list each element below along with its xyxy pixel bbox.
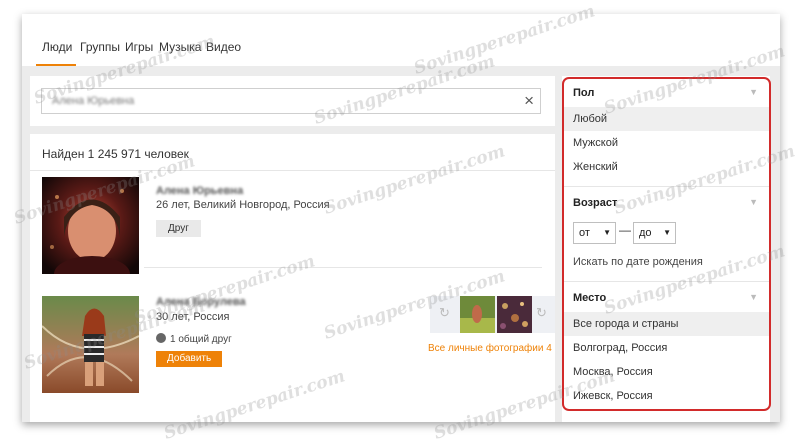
age-dash: — bbox=[619, 223, 631, 237]
tab-games[interactable]: Игры bbox=[125, 40, 153, 54]
tab-groups[interactable]: Группы bbox=[80, 40, 120, 54]
photo-strip: ↻ ↻ bbox=[430, 296, 555, 333]
friend-button[interactable]: Друг bbox=[156, 220, 201, 237]
chevron-down-icon[interactable]: ▼ bbox=[749, 87, 758, 97]
birth-date-search-link[interactable]: Искать по дате рождения bbox=[573, 256, 703, 268]
place-option-volgograd[interactable]: Волгоград, Россия bbox=[562, 336, 770, 360]
add-friend-button[interactable]: Добавить в друзья bbox=[156, 351, 223, 380]
divider bbox=[562, 186, 770, 187]
gender-option-male[interactable]: Мужской bbox=[562, 131, 770, 155]
search-input[interactable]: Алена Юрьевна × bbox=[41, 88, 541, 114]
age-to-select[interactable]: до ▼ bbox=[633, 222, 676, 244]
gender-option-any[interactable]: Любой bbox=[562, 107, 770, 131]
results-card: Найден 1 245 971 человек Алена Юрьевна 2… bbox=[30, 134, 555, 422]
age-from-value: от bbox=[579, 227, 590, 239]
gender-option-female[interactable]: Женский bbox=[562, 155, 770, 179]
age-from-select[interactable]: от ▼ bbox=[573, 222, 616, 244]
active-tab-indicator bbox=[36, 64, 76, 66]
close-icon[interactable]: × bbox=[524, 91, 534, 111]
photo-thumbnail[interactable] bbox=[497, 296, 532, 333]
results-column: Алена Юрьевна × Найден 1 245 971 человек bbox=[30, 76, 555, 422]
divider bbox=[562, 281, 770, 282]
tab-people[interactable]: Люди bbox=[42, 40, 72, 54]
friend-avatar-icon bbox=[156, 333, 166, 343]
dropdown-arrow-icon: ▼ bbox=[663, 228, 671, 237]
all-photos-link[interactable]: Все личные фотографии 4 bbox=[428, 343, 552, 354]
tab-video[interactable]: Видео bbox=[206, 40, 241, 54]
person-info: 26 лет, Великий Новгород, Россия bbox=[156, 199, 330, 211]
mutual-friends-label: 1 общий друг bbox=[170, 334, 232, 345]
person-name[interactable]: Алена Борулева bbox=[156, 296, 246, 308]
refresh-icon[interactable]: ↻ bbox=[439, 305, 450, 321]
chevron-down-icon[interactable]: ▼ bbox=[749, 197, 758, 207]
place-filter-title: Место bbox=[573, 292, 607, 304]
top-tabs: Люди Группы Игры Музыка Видео bbox=[22, 14, 780, 66]
avatar[interactable] bbox=[41, 296, 140, 393]
divider bbox=[30, 170, 555, 171]
divider bbox=[144, 267, 542, 268]
place-option-all[interactable]: Все города и страны bbox=[562, 312, 770, 336]
photo-thumbnail[interactable] bbox=[460, 296, 495, 333]
search-card: Алена Юрьевна × bbox=[30, 76, 555, 126]
dropdown-arrow-icon: ▼ bbox=[603, 228, 611, 237]
app-window: Люди Группы Игры Музыка Видео Алена Юрье… bbox=[22, 14, 780, 422]
age-to-value: до bbox=[639, 227, 652, 239]
refresh-icon[interactable]: ↻ bbox=[536, 305, 547, 321]
mutual-friends[interactable]: 1 общий друг bbox=[156, 333, 232, 345]
search-input-value: Алена Юрьевна bbox=[52, 95, 135, 107]
tab-music[interactable]: Музыка bbox=[159, 40, 201, 54]
place-option-izhevsk[interactable]: Ижевск, Россия bbox=[562, 384, 770, 408]
gender-filter-title: Пол bbox=[573, 87, 595, 99]
place-option-moscow[interactable]: Москва, Россия bbox=[562, 360, 770, 384]
person-info: 30 лет, Россия bbox=[156, 311, 230, 323]
age-filter-title: Возраст bbox=[573, 197, 618, 209]
avatar[interactable] bbox=[42, 177, 139, 292]
chevron-down-icon[interactable]: ▼ bbox=[749, 292, 758, 302]
filter-panel: Пол ▼ Любой Мужской Женский Возраст ▼ от… bbox=[562, 76, 770, 422]
results-count: Найден 1 245 971 человек bbox=[42, 147, 189, 161]
person-name[interactable]: Алена Юрьевна bbox=[156, 185, 243, 197]
